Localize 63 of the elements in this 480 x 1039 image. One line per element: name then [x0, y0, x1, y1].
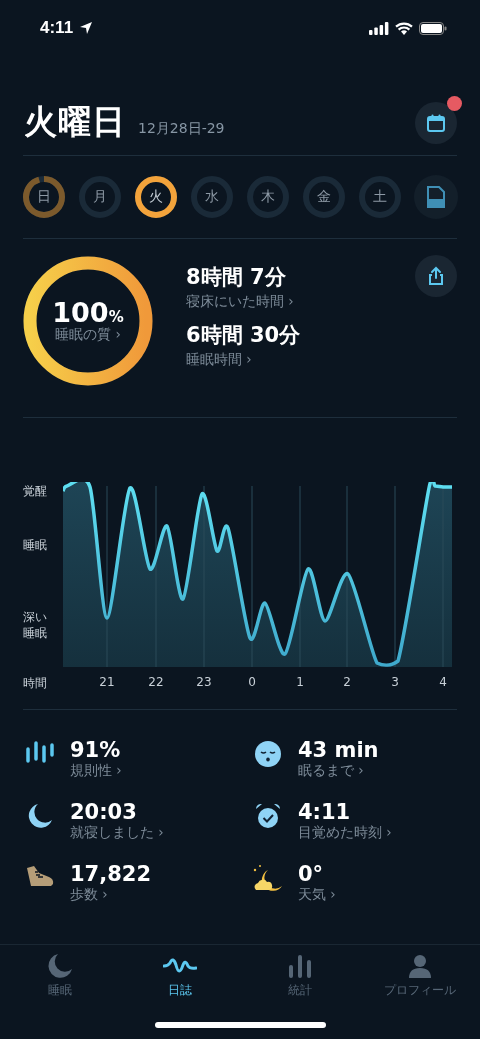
stat-link[interactable]: 天気 ›: [298, 886, 336, 904]
moon-icon: [26, 802, 54, 830]
moon-cloud-icon: [252, 864, 284, 894]
hour-label: 22: [148, 675, 164, 689]
location-arrow-icon: [79, 21, 94, 35]
day-ring-button[interactable]: 日: [22, 175, 66, 219]
stat-link[interactable]: 歩数 ›: [70, 886, 152, 904]
person-icon: [407, 953, 433, 979]
hour-label: 21: [99, 675, 115, 689]
stage-label: 覚醒: [23, 484, 48, 500]
stat-value: 17,822: [70, 862, 152, 886]
stat-link[interactable]: 目覚めた時刻 ›: [298, 824, 392, 842]
share-button[interactable]: [415, 255, 457, 297]
stat-value: 4:11: [298, 800, 352, 824]
day-title: 火曜日: [24, 101, 126, 143]
calendar-button[interactable]: [415, 101, 457, 144]
moon-icon: [47, 953, 73, 979]
hour-label: 23: [196, 675, 212, 689]
hour-label: 1: [296, 675, 304, 689]
stat-link[interactable]: 眠るまで ›: [298, 762, 379, 780]
hour-label: 0: [248, 675, 256, 689]
report-button[interactable]: [414, 175, 458, 219]
alarm-clock-icon: [254, 802, 282, 830]
sleepy-face-icon: [254, 740, 282, 768]
bar-chart-icon: [287, 953, 313, 979]
metric-link[interactable]: 寝床にいた時間 ›: [186, 293, 383, 311]
day-ring-button[interactable]: 金: [302, 175, 346, 219]
day-ring-button[interactable]: 水: [190, 175, 234, 219]
stat-value: 0°: [298, 862, 325, 886]
stat-value: 20:03: [70, 800, 138, 824]
date-range: 12月28日-29: [138, 119, 225, 138]
tab[interactable]: 日誌: [125, 953, 235, 1001]
shoe-icon: [25, 864, 55, 888]
day-ring-button[interactable]: 月: [78, 175, 122, 219]
tab[interactable]: 統計: [245, 953, 355, 1001]
metric-value: 6時間 30分: [186, 322, 302, 349]
tab[interactable]: 睡眠: [5, 953, 115, 1001]
stat-value: 43 min: [298, 738, 379, 762]
stat-link[interactable]: 規則性 ›: [70, 762, 122, 780]
hour-label: 2: [343, 675, 351, 689]
document-icon: [427, 186, 445, 208]
stat-link[interactable]: 就寝しました ›: [70, 824, 164, 842]
wifi-icon: [395, 21, 413, 35]
tab[interactable]: プロフィール: [365, 953, 475, 1001]
metric-value: 8時間 7分: [186, 264, 287, 291]
day-ring-button[interactable]: 木: [246, 175, 290, 219]
metric-link[interactable]: 睡眠時間 ›: [186, 351, 383, 369]
hour-label: 4: [439, 675, 447, 689]
battery-icon: [419, 21, 447, 35]
hour-label: 3: [391, 675, 399, 689]
day-ring-button[interactable]: 土: [358, 175, 402, 219]
quality-percent: 100%: [52, 298, 124, 326]
quality-link[interactable]: 睡眠の質 ›: [55, 325, 121, 344]
axis-title: 時間: [23, 675, 48, 692]
share-icon: [426, 266, 446, 286]
stage-label: 深い睡眠: [23, 610, 48, 642]
clock-time: 4:11: [40, 18, 74, 38]
stat-value: 91%: [70, 738, 122, 762]
signal-icon: [369, 21, 389, 35]
stage-label: 睡眠: [23, 538, 48, 554]
day-ring-button[interactable]: 火: [134, 175, 178, 219]
bars-icon: [25, 740, 55, 764]
calendar-icon: [426, 112, 446, 133]
